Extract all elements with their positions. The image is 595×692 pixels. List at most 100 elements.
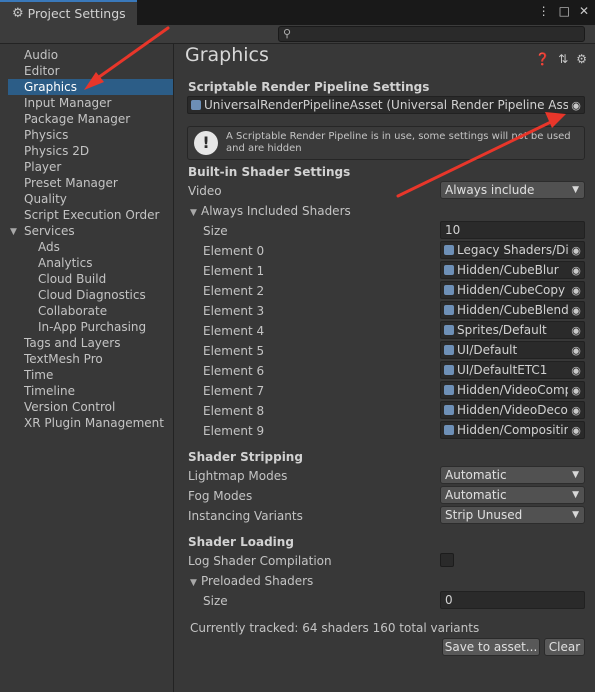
log-shader-compilation-checkbox[interactable] bbox=[440, 553, 454, 567]
header-icons: ❓ ⇅ ⚙ bbox=[535, 52, 587, 66]
help-box: ! A Scriptable Render Pipeline is in use… bbox=[187, 126, 585, 160]
title-bar: ⚙ Project Settings ⋮ □ ✕ bbox=[0, 0, 595, 25]
shader-icon bbox=[444, 365, 454, 375]
srp-section-heading: Scriptable Render Pipeline Settings bbox=[188, 80, 430, 94]
tab-title: Project Settings bbox=[27, 6, 126, 21]
element-field[interactable]: Hidden/CubeBlur ◉ bbox=[440, 261, 585, 279]
element-label: Element 7 bbox=[203, 384, 265, 398]
element-label: Element 0 bbox=[203, 244, 265, 258]
sidebar-item-in-app-purchasing[interactable]: In-App Purchasing bbox=[38, 319, 146, 335]
element-label: Element 9 bbox=[203, 424, 265, 438]
object-picker-icon[interactable]: ◉ bbox=[568, 364, 584, 377]
sidebar-item-textmesh-pro[interactable]: TextMesh Pro bbox=[24, 351, 103, 367]
always-included-label[interactable]: Always Included Shaders bbox=[201, 204, 351, 218]
sidebar-item-package-manager[interactable]: Package Manager bbox=[24, 111, 130, 127]
chevron-down-icon: ▼ bbox=[572, 510, 579, 520]
element-field[interactable]: Sprites/Default ◉ bbox=[440, 321, 585, 339]
sidebar-item-services[interactable]: Services bbox=[24, 223, 75, 239]
services-foldout-icon[interactable]: ▼ bbox=[10, 227, 17, 237]
element-field[interactable]: UI/Default ◉ bbox=[440, 341, 585, 359]
element-field[interactable]: Hidden/VideoDecod ◉ bbox=[440, 401, 585, 419]
element-field[interactable]: Hidden/CubeCopy ◉ bbox=[440, 281, 585, 299]
sidebar-item-version-control[interactable]: Version Control bbox=[24, 399, 115, 415]
close-icon[interactable]: ✕ bbox=[579, 4, 589, 18]
sidebar-item-audio[interactable]: Audio bbox=[24, 47, 58, 63]
search-input[interactable] bbox=[278, 26, 585, 42]
shader-icon bbox=[444, 325, 454, 335]
sidebar-item-cloud-build[interactable]: Cloud Build bbox=[38, 271, 106, 287]
sidebar-item-time[interactable]: Time bbox=[24, 367, 53, 383]
object-picker-icon[interactable]: ◉ bbox=[568, 404, 584, 417]
log-shader-compilation-label: Log Shader Compilation bbox=[188, 554, 332, 568]
sidebar-item-editor[interactable]: Editor bbox=[24, 63, 60, 79]
sidebar-item-script-execution-order[interactable]: Script Execution Order bbox=[24, 207, 159, 223]
sidebar-item-physics-2d[interactable]: Physics 2D bbox=[24, 143, 89, 159]
object-picker-icon[interactable]: ◉ bbox=[568, 244, 584, 257]
maximize-icon[interactable]: □ bbox=[559, 4, 570, 18]
element-field[interactable]: Hidden/CubeBlend ◉ bbox=[440, 301, 585, 319]
object-picker-icon[interactable]: ◉ bbox=[568, 304, 584, 317]
sidebar-item-ads[interactable]: Ads bbox=[38, 239, 60, 255]
sidebar-item-graphics[interactable]: Graphics bbox=[8, 79, 173, 95]
more-options-icon[interactable]: ⋮ bbox=[538, 4, 550, 18]
element-value: Sprites/Default bbox=[457, 323, 547, 337]
help-text: A Scriptable Render Pipeline is in use, … bbox=[226, 131, 571, 154]
sidebar-item-input-manager[interactable]: Input Manager bbox=[24, 95, 112, 111]
object-picker-icon[interactable]: ◉ bbox=[568, 99, 584, 112]
instancing-variants-dropdown[interactable]: Strip Unused ▼ bbox=[440, 506, 585, 524]
help-icon[interactable]: ❓ bbox=[535, 52, 550, 66]
element-label: Element 5 bbox=[203, 344, 265, 358]
element-value: Hidden/CubeBlend bbox=[457, 303, 568, 317]
sidebar-item-xr-plugin-management[interactable]: XR Plugin Management bbox=[24, 415, 164, 431]
preloaded-shaders-label[interactable]: Preloaded Shaders bbox=[201, 574, 313, 588]
clear-button[interactable]: Clear bbox=[544, 638, 585, 656]
object-picker-icon[interactable]: ◉ bbox=[568, 424, 584, 437]
element-label: Element 4 bbox=[203, 324, 265, 338]
sidebar-item-tags-and-layers[interactable]: Tags and Layers bbox=[24, 335, 120, 351]
always-included-foldout-icon[interactable]: ▼ bbox=[190, 208, 197, 218]
shader-icon bbox=[444, 305, 454, 315]
loading-section-heading: Shader Loading bbox=[188, 535, 294, 549]
shader-icon bbox=[444, 345, 454, 355]
object-picker-icon[interactable]: ◉ bbox=[568, 344, 584, 357]
toolbar: ⚲ bbox=[0, 25, 595, 44]
size-field[interactable]: 10 bbox=[440, 221, 585, 239]
shader-icon bbox=[444, 405, 454, 415]
lightmap-modes-dropdown[interactable]: Automatic ▼ bbox=[440, 466, 585, 484]
fog-modes-dropdown[interactable]: Automatic ▼ bbox=[440, 486, 585, 504]
element-label: Element 6 bbox=[203, 364, 265, 378]
warning-icon: ! bbox=[194, 131, 218, 155]
project-settings-tab[interactable]: ⚙ Project Settings bbox=[0, 0, 137, 25]
sidebar-item-physics[interactable]: Physics bbox=[24, 127, 68, 143]
sidebar-item-preset-manager[interactable]: Preset Manager bbox=[24, 175, 118, 191]
sidebar-item-player[interactable]: Player bbox=[24, 159, 61, 175]
settings-gear-icon[interactable]: ⚙ bbox=[576, 52, 587, 66]
object-picker-icon[interactable]: ◉ bbox=[568, 284, 584, 297]
element-value: Hidden/Compositing bbox=[457, 423, 568, 437]
sidebar-item-analytics[interactable]: Analytics bbox=[38, 255, 93, 271]
chevron-down-icon: ▼ bbox=[572, 470, 579, 480]
page-title: Graphics bbox=[185, 44, 269, 66]
element-field[interactable]: UI/DefaultETC1 ◉ bbox=[440, 361, 585, 379]
window-controls: ⋮ □ ✕ bbox=[538, 4, 589, 18]
object-picker-icon[interactable]: ◉ bbox=[568, 324, 584, 337]
video-dropdown[interactable]: Always include ▼ bbox=[440, 181, 585, 199]
sidebar-item-timeline[interactable]: Timeline bbox=[24, 383, 75, 399]
object-picker-icon[interactable]: ◉ bbox=[568, 384, 584, 397]
element-field[interactable]: Legacy Shaders/Dif ◉ bbox=[440, 241, 585, 259]
element-value: Hidden/CubeCopy bbox=[457, 283, 566, 297]
preset-icon[interactable]: ⇅ bbox=[558, 52, 568, 66]
sidebar-item-quality[interactable]: Quality bbox=[24, 191, 67, 207]
object-picker-icon[interactable]: ◉ bbox=[568, 264, 584, 277]
srp-asset-field[interactable]: UniversalRenderPipelineAsset (Universal … bbox=[187, 96, 585, 114]
preloaded-size-field[interactable]: 0 bbox=[440, 591, 585, 609]
element-field[interactable]: Hidden/Compositing ◉ bbox=[440, 421, 585, 439]
element-field[interactable]: Hidden/VideoCompo ◉ bbox=[440, 381, 585, 399]
sidebar-item-cloud-diagnostics[interactable]: Cloud Diagnostics bbox=[38, 287, 146, 303]
element-value: Hidden/CubeBlur bbox=[457, 263, 559, 277]
sidebar: Audio Editor Graphics Input Manager Pack… bbox=[8, 44, 174, 692]
instancing-variants-label: Instancing Variants bbox=[188, 509, 303, 523]
preloaded-foldout-icon[interactable]: ▼ bbox=[190, 578, 197, 588]
sidebar-item-collaborate[interactable]: Collaborate bbox=[38, 303, 107, 319]
save-to-asset-button[interactable]: Save to asset... bbox=[442, 638, 540, 656]
